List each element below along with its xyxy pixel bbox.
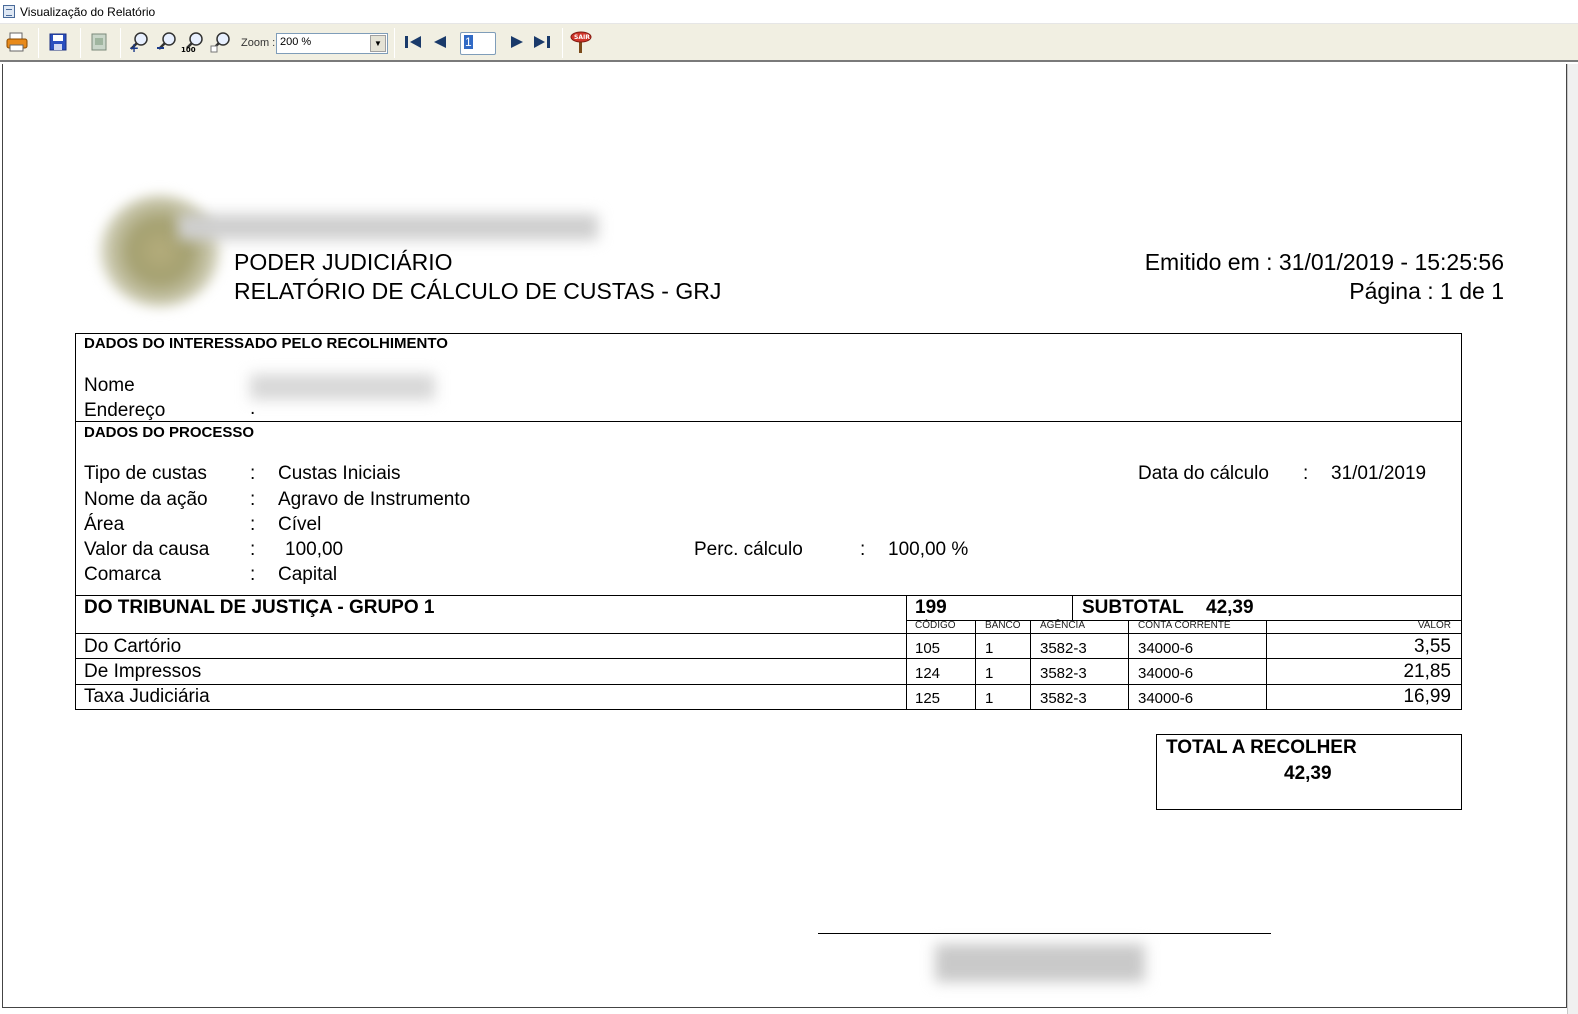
row-banco: 1 xyxy=(985,690,994,707)
title-bar: Visualização do Relatório xyxy=(0,0,1578,24)
nome-acao-label: Nome da ação xyxy=(84,489,208,510)
report-viewer-window: Visualização do Relatório + 100 Zoom : 2… xyxy=(0,0,1578,1014)
area-label: Área xyxy=(84,514,125,535)
col-valor: VALOR xyxy=(1417,620,1451,631)
redacted-nome-value xyxy=(250,374,435,400)
col-agencia: AGÊNCIA xyxy=(1040,620,1086,631)
col-conta: CONTA CORRENTE xyxy=(1138,620,1231,631)
signature-line xyxy=(818,933,1271,934)
comarca-value: Capital xyxy=(278,564,338,585)
data-calculo-label: Data do cálculo xyxy=(1138,463,1269,484)
nome-acao-sep: : xyxy=(250,489,256,510)
processo-section-title: DADOS DO PROCESSO xyxy=(84,424,255,441)
perc-calculo-sep: : xyxy=(860,539,866,560)
perc-calculo-value: 100,00 % xyxy=(888,539,969,560)
zoom-100-icon[interactable]: 100 xyxy=(181,30,205,54)
tipo-custas-label: Tipo de custas xyxy=(84,463,207,484)
print-icon[interactable] xyxy=(5,30,29,54)
next-page-icon[interactable] xyxy=(505,30,529,54)
first-page-icon[interactable] xyxy=(401,30,425,54)
row-banco: 1 xyxy=(985,665,994,682)
vertical-scrollbar[interactable] xyxy=(1567,64,1578,1014)
page-number-value: 1 xyxy=(464,35,473,49)
endereco-value: . xyxy=(250,398,256,419)
row-codigo: 105 xyxy=(915,640,941,657)
subtotal-value: 42,39 xyxy=(1206,597,1254,618)
area-value: Cível xyxy=(278,514,322,535)
tipo-custas-sep: : xyxy=(250,463,256,484)
total-value: 42,39 xyxy=(1284,763,1332,784)
row-desc: Taxa Judiciária xyxy=(84,686,210,707)
row-codigo: 124 xyxy=(915,665,941,682)
row-agencia: 3582-3 xyxy=(1040,690,1087,707)
zoom-in-icon[interactable]: + xyxy=(127,30,151,54)
zoom-select[interactable]: 200 % ▼ xyxy=(276,33,388,54)
redacted-signature-name xyxy=(935,944,1145,982)
row-conta: 34000-6 xyxy=(1138,690,1194,707)
exit-icon[interactable]: SAIR xyxy=(569,30,593,54)
report-title: RELATÓRIO DE CÁLCULO DE CUSTAS - GRJ xyxy=(234,278,722,304)
svg-text:+: + xyxy=(129,41,139,53)
grupo-code: 199 xyxy=(915,597,947,618)
page-setup-icon[interactable] xyxy=(87,30,111,54)
zoom-value: 200 % xyxy=(280,36,312,48)
prev-page-icon[interactable] xyxy=(428,30,452,54)
valor-causa-value: 100,00 xyxy=(285,539,344,560)
col-banco: BANCO xyxy=(985,620,1021,631)
data-calculo-value: 31/01/2019 xyxy=(1331,463,1427,484)
zoom-out-icon[interactable] xyxy=(155,30,179,54)
row-banco: 1 xyxy=(985,640,994,657)
row-valor: 3,55 xyxy=(1414,636,1451,657)
chevron-down-icon[interactable]: ▼ xyxy=(370,35,386,52)
last-page-icon[interactable] xyxy=(531,30,555,54)
issued-at: Emitido em : 31/01/2019 - 15:25:56 xyxy=(1144,249,1504,275)
data-calculo-sep: : xyxy=(1303,463,1309,484)
app-icon xyxy=(3,5,15,18)
toolbar: + 100 Zoom : 200 % ▼ 1 SAIR xyxy=(0,24,1578,62)
page-indicator: Página : 1 de 1 xyxy=(1349,278,1504,304)
window-title: Visualização do Relatório xyxy=(20,5,156,19)
area-sep: : xyxy=(250,514,256,535)
report-org: PODER JUDICIÁRIO xyxy=(234,249,453,275)
zoom-fit-icon[interactable] xyxy=(209,30,233,54)
subtotal-label: SUBTOTAL xyxy=(1082,597,1184,618)
nome-label: Nome xyxy=(84,375,135,396)
comarca-sep: : xyxy=(250,564,256,585)
row-codigo: 125 xyxy=(915,690,941,707)
total-label: TOTAL A RECOLHER xyxy=(1166,737,1357,758)
tipo-custas-value: Custas Iniciais xyxy=(278,463,401,484)
row-desc: De Impressos xyxy=(84,661,202,682)
row-conta: 34000-6 xyxy=(1138,665,1194,682)
valor-causa-label: Valor da causa xyxy=(84,539,210,560)
interessado-section-title: DADOS DO INTERESSADO PELO RECOLHIMENTO xyxy=(84,335,448,352)
row-desc: Do Cartório xyxy=(84,636,182,657)
court-logo xyxy=(100,195,220,307)
valor-causa-sep: : xyxy=(250,539,256,560)
row-agencia: 3582-3 xyxy=(1040,665,1087,682)
exit-label: SAIR xyxy=(574,34,590,41)
grupo-title: DO TRIBUNAL DE JUSTIÇA - GRUPO 1 xyxy=(84,597,435,618)
row-conta: 34000-6 xyxy=(1138,640,1194,657)
nome-acao-value: Agravo de Instrumento xyxy=(278,489,471,510)
page-number-input[interactable]: 1 xyxy=(460,32,496,55)
endereco-label: Endereço xyxy=(84,400,166,421)
zoom-label: Zoom : xyxy=(241,37,276,49)
svg-text:100: 100 xyxy=(181,46,196,53)
col-codigo: CÓDIGO xyxy=(915,620,956,631)
row-valor: 16,99 xyxy=(1403,686,1451,707)
comarca-label: Comarca xyxy=(84,564,162,585)
row-agencia: 3582-3 xyxy=(1040,640,1087,657)
redacted-court-name xyxy=(178,214,598,240)
perc-calculo-label: Perc. cálculo xyxy=(694,539,803,560)
row-valor: 21,85 xyxy=(1403,661,1451,682)
save-icon[interactable] xyxy=(46,30,70,54)
